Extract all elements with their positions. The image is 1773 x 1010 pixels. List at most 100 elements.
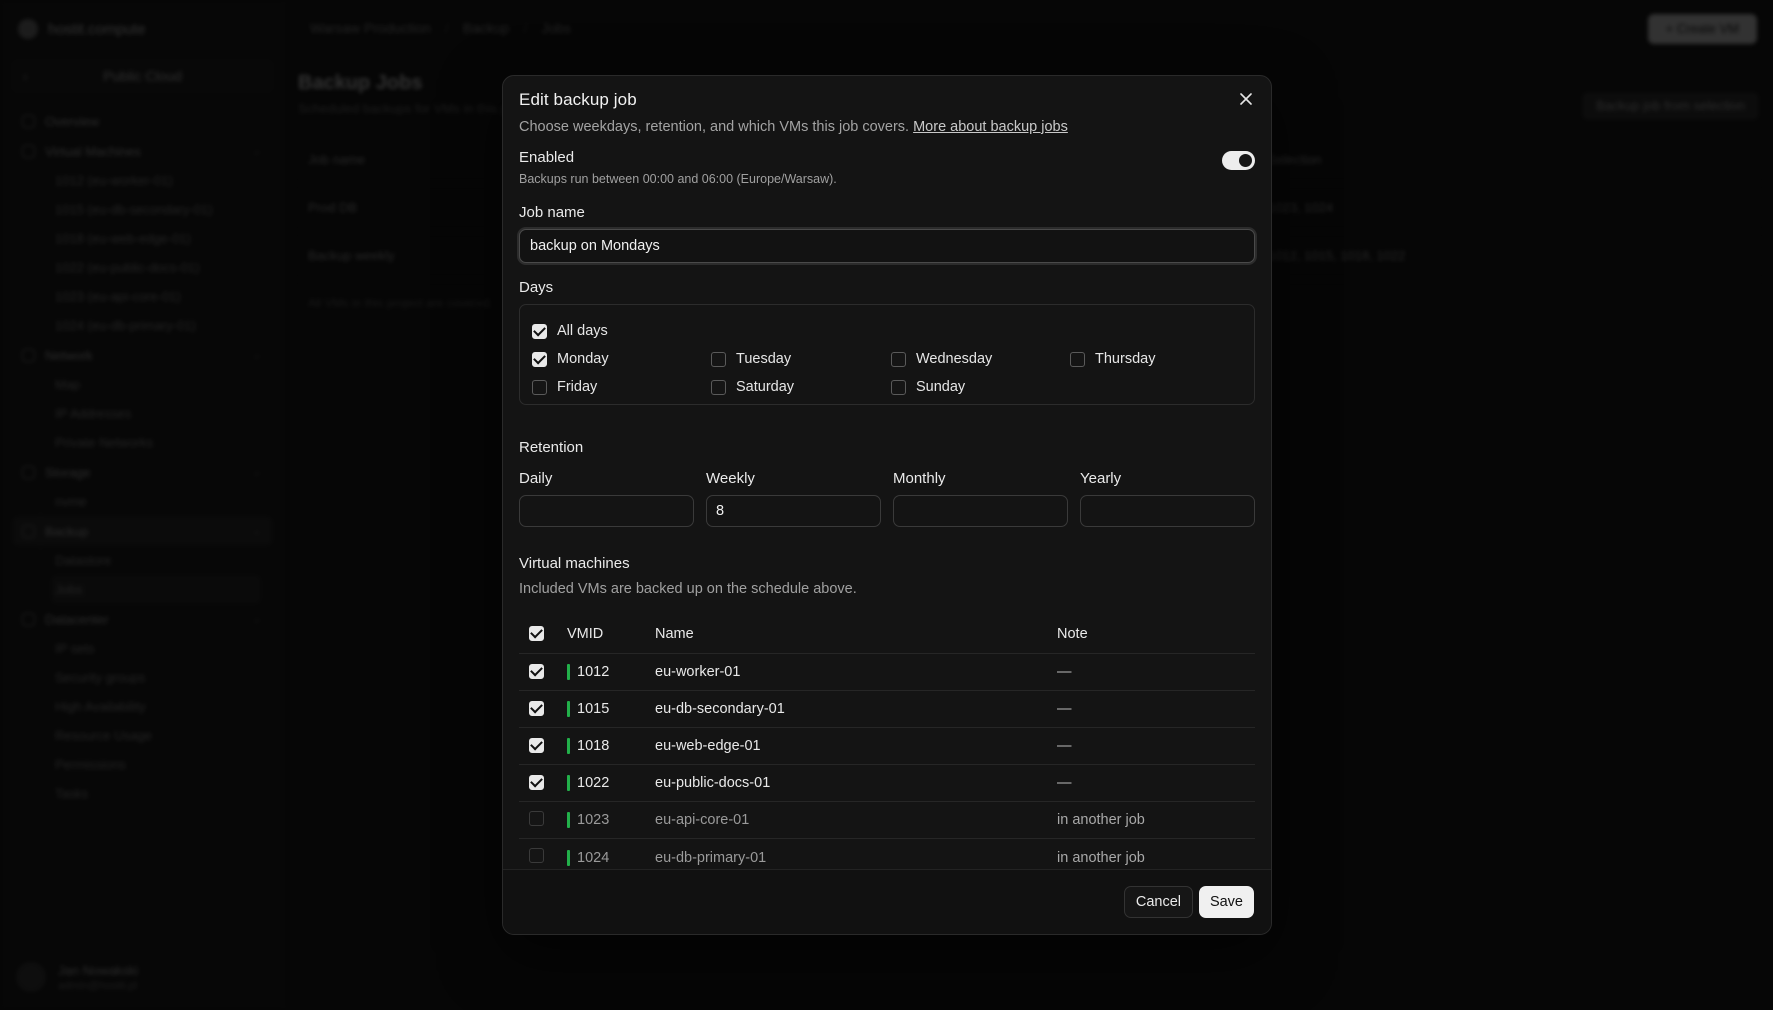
enabled-toggle[interactable] [1222,151,1255,170]
day-saturday[interactable]: Saturday [711,373,891,401]
retention-yearly: Yearly [1080,470,1255,527]
retention-monthly: Monthly [893,470,1068,527]
column-header-vmid: VMID [567,626,604,642]
column-header-note: Note [1057,626,1088,642]
virtual-machines-label: Virtual machines [519,555,630,572]
status-bar [567,775,570,791]
vm-note-cell: — [1057,701,1072,717]
vmid-cell: 1015 [577,701,610,717]
close-button[interactable] [1235,88,1257,110]
status-bar [567,664,570,680]
close-icon [1240,93,1252,105]
dialog-title: Edit backup job [519,90,637,109]
all-days-label: All days [557,323,608,339]
row-checkbox[interactable] [529,663,544,679]
retention-daily: Daily [519,470,694,527]
retention-grid: Daily Weekly Monthly Yearly [519,470,1255,527]
status-bar [567,701,570,717]
day-wednesday[interactable]: Wednesday [891,345,1070,373]
checkbox[interactable] [711,379,726,395]
virtual-machines-help: Included VMs are backed up on the schedu… [519,581,857,597]
row-checkbox[interactable] [529,774,544,790]
status-bar [567,738,570,754]
vm-table-header: VMID Name Note [519,615,1255,654]
vm-note-cell: in another job [1057,812,1145,828]
select-all-checkbox[interactable] [529,625,544,641]
enabled-label: Enabled [519,149,575,166]
all-days-checkbox[interactable]: All days [532,317,1242,345]
day-label: Tuesday [736,351,792,367]
vmid-cell: 1012 [577,664,610,680]
vmid-cell: 1018 [577,738,610,754]
row-checkbox [529,810,544,826]
day-friday[interactable]: Friday [532,373,711,401]
vm-name-cell: eu-public-docs-01 [655,775,771,791]
enabled-setting: Enabled Backups run between 00:00 and 06… [519,149,1255,186]
day-sunday[interactable]: Sunday [891,373,1070,401]
yearly-input[interactable] [1080,495,1255,527]
days-label: Days [519,279,554,296]
retention-weekly: Weekly [706,470,881,527]
checkbox[interactable] [532,379,547,395]
vm-note-cell: in another job [1057,849,1145,866]
table-row[interactable]: 1022 eu-public-docs-01 — [519,765,1255,802]
job-name-label: Job name [519,204,585,221]
dialog-footer: Cancel Save [503,869,1271,934]
vmid-cell: 1024 [577,849,610,866]
day-monday[interactable]: Monday [532,345,711,373]
vm-name-cell: eu-db-primary-01 [655,849,767,866]
monthly-input[interactable] [893,495,1068,527]
checkbox[interactable] [711,351,726,367]
checkbox[interactable] [532,323,547,339]
vm-table: VMID Name Note 1012 eu-worker-01 — 1015 … [519,615,1255,876]
more-about-backup-jobs-link[interactable]: More about backup jobs [913,119,1068,135]
table-row[interactable]: 1015 eu-db-secondary-01 — [519,691,1255,728]
day-label: Thursday [1095,351,1156,367]
monthly-label: Monthly [893,470,946,487]
table-row[interactable]: 1018 eu-web-edge-01 — [519,728,1255,765]
cancel-button[interactable]: Cancel [1123,886,1193,918]
dialog-description-text: Choose weekdays, retention, and which VM… [519,119,910,135]
dialog-description: Choose weekdays, retention, and which VM… [519,119,1255,135]
vm-name-cell: eu-api-core-01 [655,812,750,828]
weekday-grid: Monday Tuesday Wednesday Thursday Friday [532,345,1242,401]
status-bar [567,812,570,828]
checkbox[interactable] [891,379,906,395]
weekly-input[interactable] [706,495,881,527]
daily-input[interactable] [519,495,694,527]
row-checkbox[interactable] [529,737,544,753]
checkbox[interactable] [532,351,547,367]
edit-backup-job-dialog: Edit backup job Choose weekdays, retenti… [502,75,1272,935]
vm-note-cell: — [1057,738,1072,754]
row-checkbox [529,848,544,863]
yearly-label: Yearly [1080,470,1122,487]
status-bar [567,849,570,866]
vm-note-cell: — [1057,664,1072,680]
day-label: Wednesday [916,351,993,367]
job-name-input[interactable] [519,229,1255,263]
vmid-cell: 1023 [577,812,610,828]
retention-label: Retention [519,439,584,456]
days-selector: All days Monday Tuesday Wednesday Thursd… [519,304,1255,405]
vm-name-cell: eu-db-secondary-01 [655,701,785,717]
enabled-help-text: Backups run between 00:00 and 06:00 (Eur… [519,172,837,186]
toggle-knob [1239,154,1252,167]
day-label: Monday [557,351,609,367]
checkbox[interactable] [1070,351,1085,367]
day-label: Friday [557,379,598,395]
save-button[interactable]: Save [1198,886,1254,918]
checkbox[interactable] [891,351,906,367]
table-row: 1023 eu-api-core-01 in another job [519,802,1255,839]
table-row[interactable]: 1012 eu-worker-01 — [519,654,1255,691]
day-thursday[interactable]: Thursday [1070,345,1250,373]
vmid-cell: 1022 [577,775,610,791]
day-label: Saturday [736,379,795,395]
weekly-label: Weekly [706,470,755,487]
day-label: Sunday [916,379,966,395]
column-header-name: Name [655,626,694,642]
vm-note-cell: — [1057,775,1072,791]
daily-label: Daily [519,470,553,487]
day-tuesday[interactable]: Tuesday [711,345,891,373]
row-checkbox[interactable] [529,700,544,716]
vm-name-cell: eu-worker-01 [655,664,741,680]
